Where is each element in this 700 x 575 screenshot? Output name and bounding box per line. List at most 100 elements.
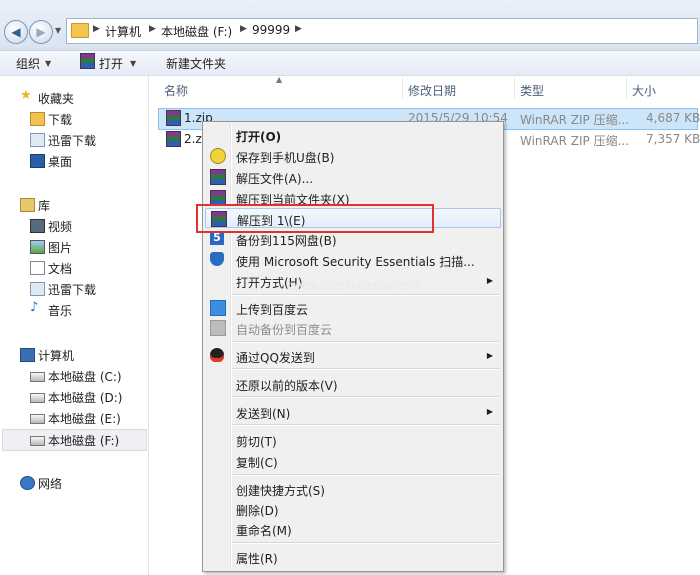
menu-item-auto-backup-baidu[interactable]: 自动备份到百度云 <box>205 318 501 338</box>
menu-label: 使用 Microsoft Security Essentials 扫描... <box>236 255 475 269</box>
nav-thunder[interactable]: 迅雷下载 <box>30 132 97 149</box>
nav-label: 桌面 <box>48 155 73 169</box>
nav-favorites[interactable]: ★ 收藏夹 <box>20 88 74 107</box>
nav-label: 网络 <box>38 477 63 491</box>
column-divider[interactable] <box>626 78 627 98</box>
nav-label: 库 <box>38 199 51 213</box>
menu-item-save-usb[interactable]: 保存到手机U盘(B) <box>205 146 501 166</box>
menu-label: 创建快捷方式(S) <box>236 484 325 498</box>
menu-item-mse-scan[interactable]: 使用 Microsoft Security Essentials 扫描... <box>205 250 501 270</box>
star-icon: ★ <box>20 88 32 103</box>
sort-ascending-icon: ▲ <box>276 75 283 84</box>
new-folder-button[interactable]: 新建文件夹 <box>166 55 226 72</box>
column-header-size[interactable]: 大小 <box>632 82 656 99</box>
back-button[interactable]: ◀ <box>4 20 28 44</box>
nav-drive-d[interactable]: 本地磁盘 (D:) <box>30 389 122 406</box>
chevron-right-icon[interactable]: ▶ <box>93 24 100 34</box>
menu-label: 属性(R) <box>236 552 278 566</box>
breadcrumb-computer[interactable]: 计算机 <box>105 23 141 40</box>
column-header-name[interactable]: 名称 <box>164 82 188 99</box>
nav-label: 视频 <box>48 220 73 234</box>
menu-label: 发送到(N) <box>236 407 291 421</box>
menu-separator <box>233 368 499 370</box>
recent-pages-dropdown[interactable]: ▼ <box>55 26 61 35</box>
breadcrumb-drive-f[interactable]: 本地磁盘 (F:) <box>161 23 232 40</box>
nav-documents[interactable]: 文档 <box>30 260 73 277</box>
drive-icon <box>30 436 45 446</box>
menu-item-restore-previous[interactable]: 还原以前的版本(V) <box>205 374 501 394</box>
nav-label: 文档 <box>48 262 73 276</box>
nav-drive-e[interactable]: 本地磁盘 (E:) <box>30 410 121 427</box>
drive-icon <box>30 372 45 382</box>
computer-icon <box>20 348 35 362</box>
menu-item-send-to[interactable]: 发送到(N) ▶ <box>205 402 501 422</box>
network-icon <box>20 476 35 490</box>
nav-downloads[interactable]: 下载 <box>30 111 73 128</box>
nav-pictures[interactable]: 图片 <box>30 239 73 256</box>
column-divider[interactable] <box>514 78 515 98</box>
nav-label: 本地磁盘 (C:) <box>48 370 122 384</box>
menu-item-properties[interactable]: 属性(R) <box>205 547 501 567</box>
menu-separator <box>233 542 499 544</box>
nav-videos[interactable]: 视频 <box>30 218 73 235</box>
file-type: WinRAR ZIP 压缩... <box>520 134 630 148</box>
usb-phone-icon <box>210 148 226 164</box>
navigation-pane: ★ 收藏夹 下载 迅雷下载 桌面 库 视频 图片 文档 迅雷下载 ♪ 音乐 计算… <box>0 76 149 575</box>
chevron-right-icon[interactable]: ▶ <box>240 24 247 34</box>
chevron-right-icon[interactable]: ▶ <box>295 24 302 34</box>
winrar-icon <box>80 53 95 69</box>
file-size: 7,357 KB <box>646 132 700 146</box>
watermark-text: www.qinpinchang.com <box>290 280 422 291</box>
column-header-type[interactable]: 类型 <box>520 82 544 99</box>
library-icon <box>20 198 35 212</box>
nav-label: 迅雷下载 <box>48 134 97 148</box>
nav-lib-thunder[interactable]: 迅雷下载 <box>30 281 97 298</box>
drive-icon <box>30 414 45 424</box>
folder-icon <box>71 23 89 38</box>
qq-icon <box>210 348 224 362</box>
menu-label: 备份到115网盘(B) <box>236 234 337 248</box>
menu-item-copy[interactable]: 复制(C) <box>205 451 501 471</box>
desktop-icon <box>30 154 45 168</box>
forward-button[interactable]: ▶ <box>29 20 53 44</box>
breadcrumb-folder[interactable]: 99999 <box>252 23 290 37</box>
nav-desktop[interactable]: 桌面 <box>30 153 73 170</box>
nav-drive-c[interactable]: 本地磁盘 (C:) <box>30 368 122 385</box>
nav-network[interactable]: 网络 <box>20 475 63 492</box>
nav-drive-f[interactable]: 本地磁盘 (F:) <box>30 432 120 449</box>
menu-item-send-qq[interactable]: 通过QQ发送到 ▶ <box>205 346 501 366</box>
nav-label: 下载 <box>48 113 73 127</box>
download-folder-icon <box>30 112 45 126</box>
menu-label: 上传到百度云 <box>236 303 309 317</box>
submenu-arrow-icon: ▶ <box>486 351 493 360</box>
menu-item-cut[interactable]: 剪切(T) <box>205 430 501 450</box>
open-button[interactable]: 打开 <box>99 55 123 72</box>
nav-label: 本地磁盘 (E:) <box>48 412 121 426</box>
menu-item-rename[interactable]: 重命名(M) <box>205 519 501 539</box>
nav-label: 迅雷下载 <box>48 283 97 297</box>
nav-music[interactable]: ♪ 音乐 <box>30 300 72 319</box>
menu-item-extract-files[interactable]: 解压文件(A)... <box>205 167 501 187</box>
nav-computer[interactable]: 计算机 <box>20 347 74 364</box>
menu-label: 打开(O) <box>236 130 282 144</box>
chevron-down-icon: ▼ <box>45 59 52 68</box>
nav-label: 本地磁盘 (F:) <box>48 434 120 448</box>
chevron-down-icon: ▼ <box>130 59 137 68</box>
menu-item-delete[interactable]: 删除(D) <box>205 499 501 519</box>
nav-libraries[interactable]: 库 <box>20 197 51 214</box>
submenu-arrow-icon: ▶ <box>486 407 493 416</box>
menu-label: 复制(C) <box>236 456 278 470</box>
menu-label: 删除(D) <box>236 504 279 518</box>
nav-label: 图片 <box>48 241 73 255</box>
shield-icon <box>210 252 224 266</box>
column-header-modified[interactable]: 修改日期 <box>408 82 456 99</box>
chevron-right-icon[interactable]: ▶ <box>149 24 156 34</box>
address-input[interactable]: ▶ 计算机 ▶ 本地磁盘 (F:) ▶ 99999 ▶ <box>66 18 698 44</box>
menu-item-create-shortcut[interactable]: 创建快捷方式(S) <box>205 479 501 499</box>
menu-label: 解压文件(A)... <box>236 172 314 186</box>
menu-item-open[interactable]: 打开(O) <box>205 125 501 145</box>
column-divider[interactable] <box>402 78 403 98</box>
menu-item-upload-baidu[interactable]: 上传到百度云 <box>205 298 501 318</box>
organize-button[interactable]: 组织 <box>16 55 40 72</box>
file-type: WinRAR ZIP 压缩... <box>520 113 630 127</box>
